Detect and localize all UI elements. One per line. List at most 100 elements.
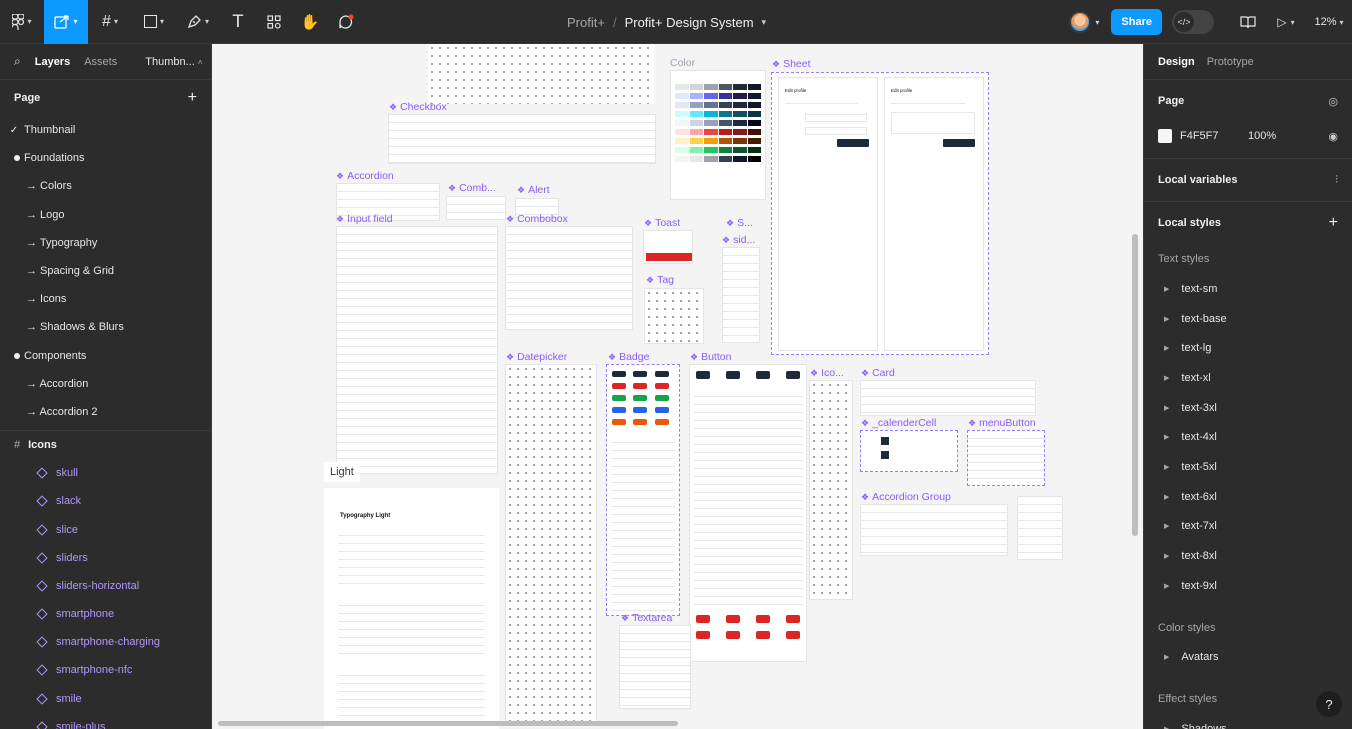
main-menu-button[interactable]: ▾ bbox=[0, 0, 44, 44]
combobox-small-frame-label[interactable]: ❖ Comb... bbox=[448, 182, 496, 194]
tag-frame[interactable] bbox=[644, 288, 704, 344]
datepicker-frame[interactable] bbox=[505, 364, 597, 726]
icon-grid-frame[interactable] bbox=[428, 44, 654, 104]
style-item[interactable]: ▶ text-5xl bbox=[1158, 452, 1338, 482]
layer-frame-icons[interactable]: # Icons bbox=[0, 431, 211, 459]
style-item[interactable]: ▶ text-xl bbox=[1158, 363, 1338, 393]
tab-layers[interactable]: Layers bbox=[35, 56, 70, 68]
button-frame[interactable] bbox=[689, 364, 807, 662]
input-field-frame-label[interactable]: ❖ Input field bbox=[336, 213, 393, 225]
sheet-input[interactable] bbox=[805, 114, 867, 122]
hand-tool-button[interactable]: ✋ bbox=[292, 0, 328, 44]
current-page-dropdown[interactable]: Thumbn... ˄ bbox=[145, 56, 202, 68]
button-frame-label[interactable]: ❖ Button bbox=[690, 351, 731, 363]
card-frame[interactable] bbox=[860, 380, 1036, 416]
layer-item[interactable]: smile-plus bbox=[0, 713, 211, 729]
page-item[interactable]: Components bbox=[0, 342, 211, 370]
style-item[interactable]: ▶ text-3xl bbox=[1158, 393, 1338, 423]
page-item[interactable]: → Shadows & Blurs bbox=[0, 313, 211, 341]
style-item[interactable]: ▶ text-8xl bbox=[1158, 541, 1338, 571]
sheet-save-button[interactable] bbox=[943, 139, 975, 147]
shape-tool-button[interactable]: ▾ bbox=[132, 0, 176, 44]
layer-item[interactable]: sliders bbox=[0, 544, 211, 572]
style-item[interactable]: ▶ text-6xl bbox=[1158, 482, 1338, 512]
page-color-opacity[interactable]: 100% bbox=[1248, 130, 1276, 142]
layer-item[interactable]: smartphone-charging bbox=[0, 628, 211, 656]
page-item[interactable]: ✓ Thumbnail bbox=[0, 116, 211, 144]
icon-button-frame-label[interactable]: ❖ Ico... bbox=[810, 367, 844, 379]
sheet-variant[interactable]: Edit profile bbox=[884, 77, 984, 351]
style-item[interactable]: ▶ text-sm bbox=[1158, 274, 1338, 304]
file-name[interactable]: Profit+ Design System bbox=[625, 15, 754, 30]
tab-assets[interactable]: Assets bbox=[84, 56, 117, 68]
page-item[interactable]: Foundations bbox=[0, 144, 211, 172]
layer-item[interactable]: skull bbox=[0, 459, 211, 487]
accordion-group-frame-label[interactable]: ❖ Accordion Group bbox=[861, 491, 951, 503]
calender-cell-frame[interactable] bbox=[860, 430, 958, 472]
canvas-horizontal-scrollbar[interactable] bbox=[218, 721, 678, 726]
canvas-vertical-scrollbar[interactable] bbox=[1132, 234, 1138, 536]
layer-item[interactable]: smartphone bbox=[0, 600, 211, 628]
combobox-frame-label[interactable]: ❖ Combobox bbox=[506, 213, 568, 225]
avatar-menu[interactable]: ▾ bbox=[1069, 11, 1099, 33]
resources-button[interactable] bbox=[256, 0, 292, 44]
share-button[interactable]: Share bbox=[1111, 9, 1162, 35]
tab-design[interactable]: Design bbox=[1158, 56, 1195, 68]
add-style-plus-icon[interactable]: + bbox=[1329, 214, 1338, 232]
alert-frame-label[interactable]: ❖ Alert bbox=[517, 184, 550, 196]
toast-frame[interactable] bbox=[643, 230, 693, 264]
project-name[interactable]: Profit+ bbox=[567, 15, 605, 30]
combobox-small-frame[interactable] bbox=[446, 196, 506, 220]
page-item[interactable]: → Typography bbox=[0, 229, 211, 257]
page-item[interactable]: → Colors bbox=[0, 172, 211, 200]
sheet-save-button[interactable] bbox=[837, 139, 869, 147]
typography-light-frame[interactable]: Typography Light bbox=[324, 488, 499, 729]
layer-item[interactable]: smartphone-nfc bbox=[0, 656, 211, 684]
dev-mode-toggle[interactable]: </> bbox=[1172, 10, 1214, 34]
sidebar-frame[interactable] bbox=[722, 247, 760, 343]
dialog-frame[interactable] bbox=[1017, 496, 1063, 560]
comment-tool-button[interactable] bbox=[328, 0, 364, 44]
avatar[interactable] bbox=[1069, 11, 1092, 33]
text-tool-button[interactable]: T bbox=[220, 0, 256, 44]
tab-prototype[interactable]: Prototype bbox=[1207, 56, 1254, 68]
style-item[interactable]: ▶ Shadows bbox=[1158, 714, 1338, 729]
s-frame-label[interactable]: ❖ S... bbox=[726, 217, 753, 229]
style-item[interactable]: ▶ text-base bbox=[1158, 304, 1338, 334]
page-item[interactable]: → Icons bbox=[0, 285, 211, 313]
checkbox-frame[interactable] bbox=[388, 114, 656, 164]
page-item[interactable]: → Logo bbox=[0, 201, 211, 229]
menu-button-frame-label[interactable]: ❖ menuButton bbox=[968, 417, 1036, 429]
sliders-icon[interactable]: ⫶ bbox=[1335, 174, 1338, 187]
zoom-menu[interactable]: 12% ▾ bbox=[1306, 16, 1352, 28]
sheet-input[interactable] bbox=[891, 112, 975, 134]
page-color-row[interactable]: F4F5F7 100% ◉ bbox=[1158, 122, 1338, 150]
add-page-plus-icon[interactable]: + bbox=[188, 89, 197, 107]
datepicker-frame-label[interactable]: ❖ Datepicker bbox=[506, 351, 567, 363]
layer-item[interactable]: sliders-horizontal bbox=[0, 572, 211, 600]
color-frame-label[interactable]: Color bbox=[670, 57, 695, 69]
sidebar-frame-label[interactable]: ❖ sid... bbox=[722, 234, 755, 246]
eye-off-icon[interactable]: ◎ bbox=[1328, 95, 1338, 108]
search-icon[interactable]: ⌕ bbox=[14, 54, 21, 69]
textarea-frame[interactable] bbox=[619, 625, 691, 709]
style-item[interactable]: ▶ text-9xl bbox=[1158, 571, 1338, 601]
style-item[interactable]: ▶ Avatars bbox=[1158, 643, 1338, 673]
frame-tool-button[interactable]: # ▾ bbox=[88, 0, 132, 44]
help-button[interactable]: ? bbox=[1316, 691, 1342, 717]
icon-button-frame[interactable] bbox=[809, 380, 853, 600]
toast-frame-label[interactable]: ❖ Toast bbox=[644, 217, 680, 229]
calender-cell-frame-label[interactable]: ❖ _calenderCell bbox=[861, 417, 936, 429]
present-button[interactable]: ▷ ▾ bbox=[1266, 15, 1306, 29]
chevron-down-icon[interactable]: ▾ bbox=[762, 17, 767, 28]
library-button[interactable] bbox=[1230, 15, 1266, 29]
checkbox-frame-label[interactable]: ❖ Checkbox bbox=[389, 101, 447, 113]
style-item[interactable]: ▶ text-lg bbox=[1158, 333, 1338, 363]
canvas[interactable]: Color ❖ Sheet Edit profile Edit profile … bbox=[212, 44, 1143, 729]
layer-item[interactable]: slack bbox=[0, 487, 211, 515]
layer-item[interactable]: slice bbox=[0, 515, 211, 543]
page-item[interactable]: → Spacing & Grid bbox=[0, 257, 211, 285]
eye-icon[interactable]: ◉ bbox=[1328, 130, 1338, 143]
light-label[interactable]: Light bbox=[324, 462, 360, 482]
layer-item[interactable]: smile bbox=[0, 685, 211, 713]
